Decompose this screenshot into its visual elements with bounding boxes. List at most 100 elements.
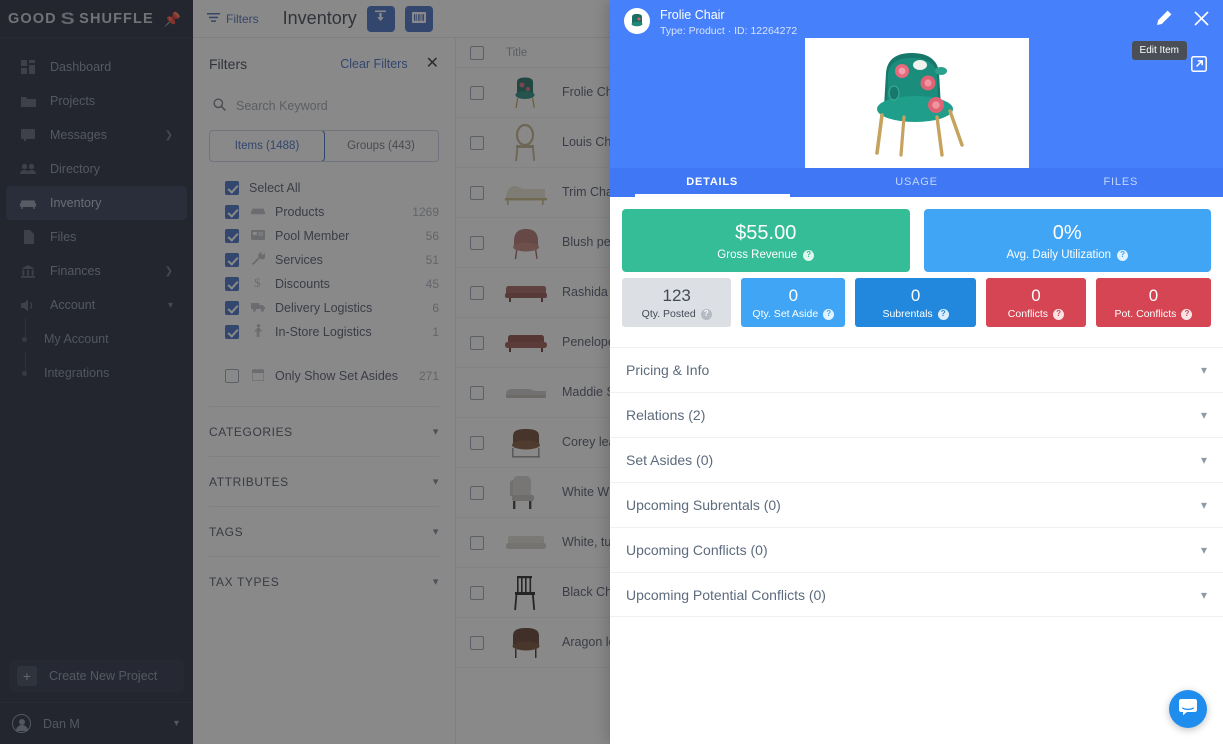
filter-in-store-logistics[interactable]: In-Store Logistics 1: [225, 320, 439, 344]
filter-select-all[interactable]: Select All: [225, 176, 439, 200]
checkbox[interactable]: [225, 181, 239, 195]
external-link-icon[interactable]: [1191, 56, 1207, 77]
row-checkbox[interactable]: [470, 185, 484, 200]
checkbox[interactable]: [225, 325, 239, 339]
sidebar-item-integrations[interactable]: Integrations: [6, 352, 187, 390]
kpi-avg-daily-utilization: 0% Avg. Daily Utilization ?: [923, 209, 1212, 272]
filter-products[interactable]: Products 1269: [225, 200, 439, 224]
checkbox[interactable]: [225, 369, 239, 383]
row-checkbox[interactable]: [470, 335, 484, 350]
sidebar-item-dashboard[interactable]: Dashboard: [6, 50, 187, 84]
section-label: Set Asides (0): [626, 452, 714, 468]
tab-files[interactable]: FILES: [1019, 168, 1223, 197]
kpi-label-row: Avg. Daily Utilization ?: [924, 249, 1212, 261]
section-upcoming-subrentals[interactable]: Upcoming Subrentals (0) ▾: [610, 482, 1223, 527]
sidebar-item-inventory[interactable]: Inventory: [6, 186, 187, 220]
item-thumbnail: [504, 374, 548, 412]
filter-section-attributes[interactable]: ATTRIBUTES ▾: [209, 456, 439, 506]
sidebar-item-projects[interactable]: Projects: [6, 84, 187, 118]
import-button[interactable]: [366, 5, 395, 32]
clear-filters-button[interactable]: Clear Filters: [340, 57, 407, 71]
tab-details[interactable]: DETAILS: [610, 168, 814, 197]
section-upcoming-conflicts[interactable]: Upcoming Conflicts (0) ▾: [610, 527, 1223, 572]
projects-icon: [18, 92, 38, 110]
drawer-body: $55.00 Gross Revenue ? 0% Avg. Daily Uti…: [610, 197, 1223, 744]
intercom-chat-button[interactable]: [1169, 690, 1207, 728]
row-checkbox[interactable]: [470, 435, 484, 450]
bullet-icon: [22, 337, 27, 342]
drawer-item-meta: Type: Product · ID: 12264272: [660, 25, 798, 37]
segment-items[interactable]: Items (1488): [210, 131, 325, 161]
checkbox[interactable]: [225, 253, 239, 267]
row-checkbox[interactable]: [470, 285, 484, 300]
filter-section-categories[interactable]: CATEGORIES ▾: [209, 406, 439, 456]
row-checkbox[interactable]: [470, 485, 484, 500]
pin-icon[interactable]: 📌: [164, 11, 181, 28]
drawer-title-block: Frolie Chair Type: Product · ID: 1226427…: [660, 8, 797, 37]
filter-only-show-set-asides[interactable]: Only Show Set Asides 271: [225, 364, 439, 388]
create-new-project-button[interactable]: + Create New Project: [9, 660, 184, 692]
filter-section-tax-types[interactable]: TAX TYPES ▾: [209, 556, 439, 606]
section-pricing-and-info[interactable]: Pricing & Info ▾: [610, 347, 1223, 392]
close-icon[interactable]: ✕: [426, 56, 439, 72]
sidebar-item-finances[interactable]: Finances ❯: [6, 254, 187, 288]
pencil-icon[interactable]: [1155, 10, 1172, 32]
sidebar-item-files[interactable]: Files: [6, 220, 187, 254]
filter-services[interactable]: Services 51: [225, 248, 439, 272]
filter-delivery-logistics[interactable]: Delivery Logistics 6: [225, 296, 439, 320]
help-icon[interactable]: ?: [700, 308, 712, 320]
segment-groups[interactable]: Groups (443): [324, 131, 438, 161]
directory-icon: [18, 160, 38, 178]
help-icon[interactable]: ?: [1117, 249, 1129, 261]
checkbox[interactable]: [225, 229, 239, 243]
help-icon[interactable]: ?: [803, 249, 815, 261]
user-menu[interactable]: Dan M ▾: [0, 702, 193, 744]
item-thumbnail: [504, 324, 548, 362]
kpi-subrentals: 0 Subrentals ?: [855, 278, 976, 327]
drawer-item-name: Frolie Chair: [660, 8, 725, 22]
filter-section-label: CATEGORIES: [209, 424, 293, 439]
row-checkbox[interactable]: [470, 535, 484, 550]
checkbox[interactable]: [225, 277, 239, 291]
row-checkbox[interactable]: [470, 635, 484, 650]
sidebar-item-account[interactable]: Account ▾: [6, 288, 187, 322]
row-checkbox[interactable]: [470, 235, 484, 250]
product-icon: [249, 206, 267, 219]
filter-discounts[interactable]: $ Discounts 45: [225, 272, 439, 296]
sidebar-item-directory[interactable]: Directory: [6, 152, 187, 186]
section-upcoming-potential-conflicts[interactable]: Upcoming Potential Conflicts (0) ▾: [610, 572, 1223, 617]
sidebar-item-messages[interactable]: Messages ❯: [6, 118, 187, 152]
filter-section-tags[interactable]: TAGS ▾: [209, 506, 439, 556]
help-icon[interactable]: ?: [823, 308, 835, 320]
row-checkbox[interactable]: [470, 135, 484, 150]
help-icon[interactable]: ?: [1053, 308, 1065, 320]
chat-bubble-icon: [1178, 698, 1198, 721]
brand-header: GOOD S SHUFFLE 📌: [0, 0, 193, 38]
checkbox[interactable]: [225, 205, 239, 219]
row-checkbox[interactable]: [470, 585, 484, 600]
section-set-asides[interactable]: Set Asides (0) ▾: [610, 437, 1223, 482]
tab-usage[interactable]: USAGE: [814, 168, 1018, 197]
checkbox[interactable]: [225, 301, 239, 315]
kpi-value: 123: [662, 286, 691, 305]
filter-count: 6: [432, 301, 439, 315]
search-keyword-input[interactable]: Search Keyword: [209, 90, 439, 126]
close-icon[interactable]: [1194, 11, 1209, 31]
row-checkbox[interactable]: [470, 385, 484, 400]
select-all-checkbox[interactable]: [470, 45, 484, 60]
filter-pool-member[interactable]: Pool Member 56: [225, 224, 439, 248]
kpi-large-row: $55.00 Gross Revenue ? 0% Avg. Daily Uti…: [610, 197, 1223, 278]
help-icon[interactable]: ?: [937, 308, 949, 320]
section-relations[interactable]: Relations (2) ▾: [610, 392, 1223, 437]
filter-label: Select All: [249, 181, 301, 195]
scan-button[interactable]: [404, 5, 433, 32]
row-checkbox[interactable]: [470, 85, 484, 100]
filters-toggle-button[interactable]: Filters: [207, 12, 259, 26]
kpi-small-row: 123 Qty. Posted ? 0 Qty. Set Aside ? 0 S…: [610, 278, 1223, 327]
sidebar-item-my-account[interactable]: My Account: [6, 318, 187, 356]
help-icon[interactable]: ?: [1181, 308, 1193, 320]
section-label: Upcoming Potential Conflicts (0): [626, 586, 826, 603]
kpi-label-row: Subrentals ?: [855, 308, 976, 320]
sidebar: GOOD S SHUFFLE 📌 Dashboard Projects Mess…: [0, 0, 193, 744]
filter-count: 1269: [412, 205, 439, 219]
